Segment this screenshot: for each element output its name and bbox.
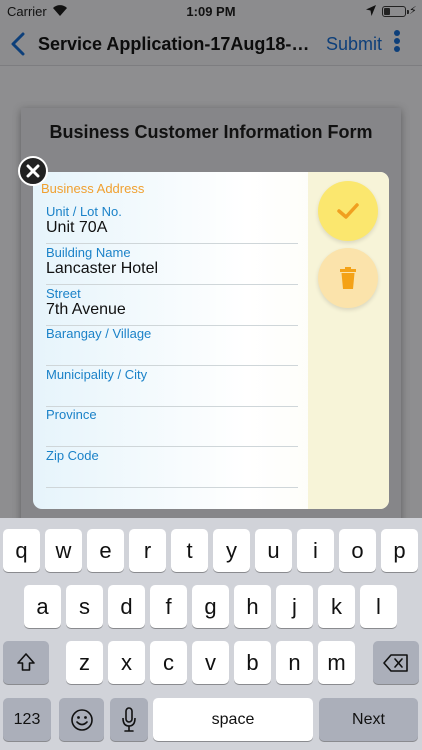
confirm-button[interactable]	[318, 181, 378, 241]
building-name-field[interactable]: Building Name Lancaster Hotel	[46, 245, 298, 285]
province-field[interactable]: Province	[46, 407, 298, 447]
field-label: Zip Code	[46, 448, 99, 463]
key-g[interactable]: g	[192, 585, 229, 628]
status-bar: Carrier 1:09 PM ⚡	[0, 0, 422, 22]
key-z[interactable]: z	[66, 641, 103, 684]
back-chevron-icon[interactable]	[10, 32, 26, 56]
key-p[interactable]: p	[381, 529, 418, 572]
unit-lot-field[interactable]: Unit / Lot No. Unit 70A	[46, 204, 298, 244]
key-t[interactable]: t	[171, 529, 208, 572]
dictation-key[interactable]	[110, 698, 148, 741]
key-s[interactable]: s	[66, 585, 103, 628]
field-label: Province	[46, 407, 97, 422]
field-value: 7th Avenue	[46, 301, 126, 318]
page-title: Service Application-17Aug18-13...	[38, 34, 318, 54]
key-x[interactable]: x	[108, 641, 145, 684]
field-value: Unit 70A	[46, 219, 108, 236]
key-u[interactable]: u	[255, 529, 292, 572]
key-j[interactable]: j	[276, 585, 313, 628]
navigation-bar: Service Application-17Aug18-13... Submit	[0, 22, 422, 66]
key-v[interactable]: v	[192, 641, 229, 684]
location-icon	[366, 5, 376, 16]
barangay-field[interactable]: Barangay / Village	[46, 326, 298, 366]
key-r[interactable]: r	[129, 529, 166, 572]
key-a[interactable]: a	[24, 585, 61, 628]
field-label: Unit / Lot No.	[46, 204, 122, 219]
trash-icon	[340, 267, 356, 289]
key-k[interactable]: k	[318, 585, 355, 628]
field-label: Barangay / Village	[46, 326, 152, 341]
key-l[interactable]: l	[360, 585, 397, 628]
key-w[interactable]: w	[45, 529, 82, 572]
backspace-key[interactable]	[373, 641, 419, 684]
checkmark-icon	[337, 203, 359, 219]
backspace-icon	[383, 654, 408, 672]
key-m[interactable]: m	[318, 641, 355, 684]
close-icon	[26, 164, 40, 178]
key-i[interactable]: i	[297, 529, 334, 572]
key-n[interactable]: n	[276, 641, 313, 684]
more-vertical-icon[interactable]	[393, 30, 401, 56]
numbers-key[interactable]: 123	[3, 698, 51, 741]
emoji-key[interactable]	[59, 698, 104, 741]
field-label: Municipality / City	[46, 367, 148, 382]
delete-button[interactable]	[318, 248, 378, 308]
space-key[interactable]: space	[153, 698, 313, 741]
shift-icon	[17, 653, 35, 671]
emoji-icon	[71, 709, 93, 731]
key-c[interactable]: c	[150, 641, 187, 684]
field-value: Lancaster Hotel	[46, 260, 159, 277]
clock: 1:09 PM	[186, 4, 236, 19]
form-heading: Business Customer Information Form	[49, 122, 373, 142]
address-modal: Business Address Unit / Lot No. Unit 70A…	[33, 172, 389, 509]
keyboard: q w e r t y u i o p a s d f g h j k l z …	[0, 518, 422, 750]
key-b[interactable]: b	[234, 641, 271, 684]
key-o[interactable]: o	[339, 529, 376, 572]
field-label: Building Name	[46, 245, 131, 260]
battery-icon	[382, 6, 409, 17]
field-label: Street	[46, 286, 81, 301]
next-key[interactable]: Next	[319, 698, 418, 741]
charging-icon: ⚡	[409, 5, 417, 17]
zip-code-field[interactable]: Zip Code	[46, 448, 298, 488]
key-d[interactable]: d	[108, 585, 145, 628]
key-h[interactable]: h	[234, 585, 271, 628]
submit-button[interactable]: Submit	[326, 34, 382, 55]
section-title: Business Address	[41, 181, 145, 196]
key-y[interactable]: y	[213, 529, 250, 572]
key-e[interactable]: e	[87, 529, 124, 572]
key-q[interactable]: q	[3, 529, 40, 572]
shift-key[interactable]	[3, 641, 49, 684]
key-f[interactable]: f	[150, 585, 187, 628]
street-field[interactable]: Street 7th Avenue	[46, 286, 298, 326]
close-button[interactable]	[18, 156, 48, 186]
municipality-field[interactable]: Municipality / City	[46, 367, 298, 407]
microphone-icon	[122, 707, 136, 732]
